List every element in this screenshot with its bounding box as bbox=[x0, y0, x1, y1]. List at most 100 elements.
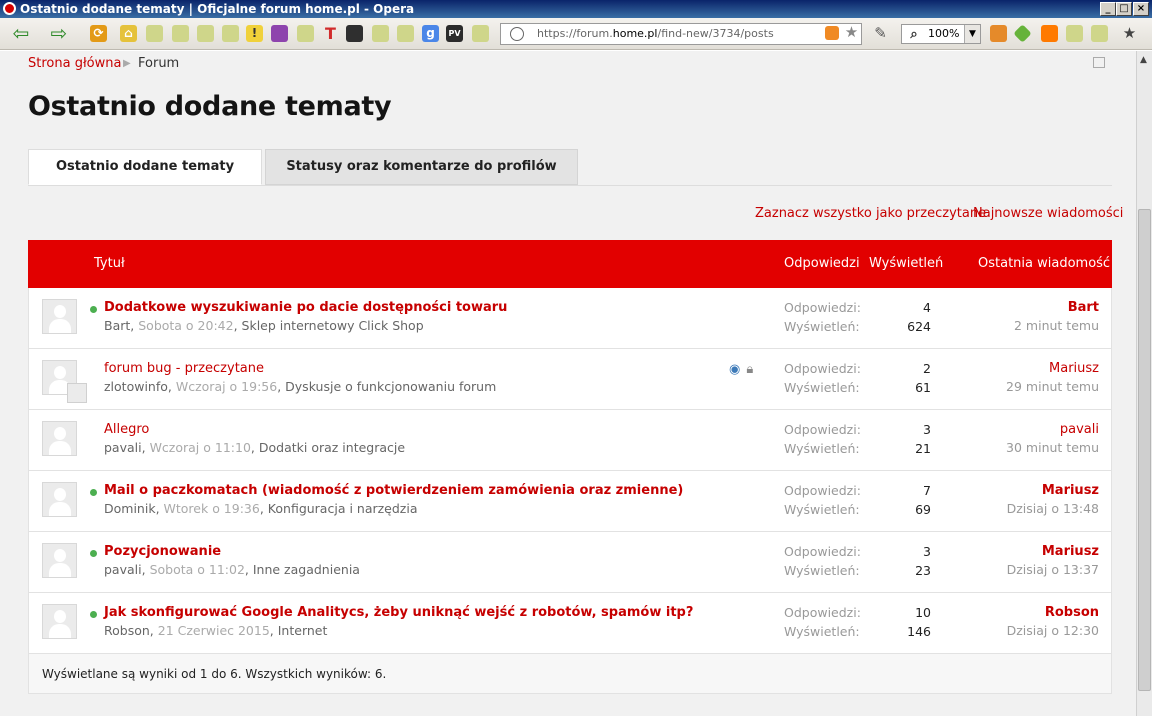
lightbulb-icon[interactable]: ! bbox=[246, 25, 263, 42]
last-poster-link[interactable]: Bart bbox=[1068, 300, 1099, 315]
chevron-down-icon[interactable]: ▼ bbox=[964, 25, 980, 43]
last-poster-link[interactable]: pavali bbox=[1060, 422, 1099, 437]
avatar[interactable] bbox=[42, 604, 77, 639]
bookmark-icon[interactable] bbox=[397, 25, 414, 42]
topic-author[interactable]: Bart bbox=[104, 318, 130, 333]
avatar[interactable] bbox=[42, 482, 77, 517]
topic-title-link[interactable]: Mail o paczkomatach (wiadomość z potwier… bbox=[104, 483, 683, 498]
page-title: Ostatnio dodane tematy bbox=[28, 91, 392, 122]
last-post-time[interactable]: 29 minut temu bbox=[1006, 379, 1099, 394]
last-post-time[interactable]: 2 minut temu bbox=[1014, 318, 1099, 333]
bookmark-icon[interactable] bbox=[472, 25, 489, 42]
bookmark-icon[interactable] bbox=[197, 25, 214, 42]
breadcrumb-home[interactable]: Strona główna bbox=[28, 56, 121, 71]
last-poster-link[interactable]: Mariusz bbox=[1042, 483, 1099, 498]
pv-icon[interactable]: PV bbox=[446, 25, 463, 42]
replies-label: Odpowiedzi: bbox=[784, 422, 861, 437]
bookmark-icon[interactable] bbox=[372, 25, 389, 42]
topic-author[interactable]: zlotowinfo bbox=[104, 379, 168, 394]
topic-forum[interactable]: Internet bbox=[278, 623, 328, 638]
bookmark-icon[interactable] bbox=[1091, 25, 1108, 42]
tab-profile-statuses[interactable]: Statusy oraz komentarze do profilów bbox=[265, 149, 578, 185]
last-post-time[interactable]: Dzisiaj o 12:30 bbox=[1007, 623, 1099, 638]
bookmark-icon[interactable] bbox=[146, 25, 163, 42]
last-post-time[interactable]: Dzisiaj o 13:48 bbox=[1007, 501, 1099, 516]
popout-icon[interactable] bbox=[1093, 57, 1105, 68]
extension-icon[interactable] bbox=[990, 25, 1007, 42]
topic-meta: pavali, Sobota o 11:02, Inne zagadnienia bbox=[104, 562, 360, 577]
last-post-time[interactable]: Dzisiaj o 13:37 bbox=[1007, 562, 1099, 577]
topic-title-link[interactable]: Jak skonfigurować Google Analitycs, żeby… bbox=[104, 605, 693, 620]
table-row: Allegro pavali, Wczoraj o 11:10, Dodatki… bbox=[29, 410, 1111, 471]
forward-button[interactable]: ⇨ bbox=[48, 23, 70, 44]
topic-title-link[interactable]: Pozycjonowanie bbox=[104, 544, 221, 559]
bookmark-icon[interactable] bbox=[1066, 25, 1083, 42]
scrollbar-thumb[interactable] bbox=[1138, 209, 1151, 691]
views-label: Wyświetleń: bbox=[784, 380, 860, 395]
newest-messages-link[interactable]: Najnowsze wiadomości bbox=[973, 206, 1123, 221]
replies-count: 3 bbox=[923, 422, 931, 437]
address-bar[interactable]: https://forum.home.pl/find-new/3734/post… bbox=[500, 23, 862, 45]
scroll-up-icon[interactable]: ▲ bbox=[1140, 55, 1147, 65]
bookmark-icon[interactable] bbox=[222, 25, 239, 42]
mark-all-read-link[interactable]: Zaznacz wszystko jako przeczytane bbox=[755, 206, 986, 221]
topic-forum[interactable]: Konfiguracja i narzędzia bbox=[268, 501, 418, 516]
topic-author[interactable]: pavali bbox=[104, 562, 142, 577]
topic-title-link[interactable]: Allegro bbox=[104, 422, 149, 437]
header-title[interactable]: Tytuł bbox=[94, 256, 125, 271]
last-post-time[interactable]: 30 minut temu bbox=[1006, 440, 1099, 455]
unread-dot-icon bbox=[90, 550, 97, 557]
rss-icon[interactable] bbox=[825, 26, 839, 40]
header-views[interactable]: Wyświetleń bbox=[869, 256, 943, 271]
diamond-icon[interactable] bbox=[1013, 24, 1032, 43]
topic-date: Sobota o 11:02 bbox=[149, 562, 245, 577]
bookmark-icon[interactable] bbox=[172, 25, 189, 42]
t-icon[interactable]: T bbox=[322, 25, 339, 42]
topic-meta: Dominik, Wtorek o 19:36, Konfiguracja i … bbox=[104, 501, 418, 516]
vertical-scrollbar[interactable]: ▲ bbox=[1136, 51, 1152, 716]
reload-icon[interactable]: ⟳ bbox=[90, 25, 107, 42]
extension-icon[interactable] bbox=[271, 25, 288, 42]
google-icon[interactable]: g bbox=[422, 25, 439, 42]
extension-icon[interactable] bbox=[346, 25, 363, 42]
maximize-button[interactable]: □ bbox=[1116, 2, 1132, 16]
wand-icon[interactable]: ✎ bbox=[872, 25, 889, 42]
breadcrumb-forum[interactable]: Forum bbox=[138, 56, 179, 71]
topic-title-link[interactable]: Dodatkowe wyszukiwanie po dacie dostępno… bbox=[104, 300, 507, 315]
views-count: 23 bbox=[915, 563, 931, 578]
topic-meta: Robson, 21 Czerwiec 2015, Internet bbox=[104, 623, 328, 638]
topic-forum[interactable]: Dyskusje o funkcjonowaniu forum bbox=[285, 379, 496, 394]
minimize-button[interactable]: _ bbox=[1100, 2, 1116, 16]
header-last-message[interactable]: Ostatnia wiadomość bbox=[978, 256, 1110, 271]
topic-date: 21 Czerwiec 2015 bbox=[157, 623, 270, 638]
topic-forum[interactable]: Inne zagadnienia bbox=[253, 562, 360, 577]
topic-meta: zlotowinfo, Wczoraj o 19:56, Dyskusje o … bbox=[104, 379, 497, 394]
avatar[interactable] bbox=[42, 299, 77, 334]
star-icon[interactable]: ★ bbox=[843, 24, 860, 41]
avatar-small[interactable] bbox=[67, 383, 87, 403]
header-replies[interactable]: Odpowiedzi bbox=[784, 256, 860, 271]
back-button[interactable]: ⇦ bbox=[10, 23, 32, 44]
orange-icon[interactable] bbox=[1041, 25, 1058, 42]
unread-dot-icon bbox=[90, 611, 97, 618]
topic-forum[interactable]: Sklep internetowy Click Shop bbox=[242, 318, 424, 333]
last-poster-link[interactable]: Robson bbox=[1045, 605, 1099, 620]
topic-author[interactable]: Robson bbox=[104, 623, 150, 638]
last-poster-link[interactable]: Mariusz bbox=[1042, 544, 1099, 559]
topic-forum[interactable]: Dodatki oraz integracje bbox=[259, 440, 405, 455]
avatar[interactable] bbox=[42, 543, 77, 578]
tab-recent-topics[interactable]: Ostatnio dodane tematy bbox=[28, 149, 262, 185]
topic-title-link[interactable]: forum bug - przeczytane bbox=[104, 361, 264, 376]
last-poster-link[interactable]: Mariusz bbox=[1049, 361, 1099, 376]
avatar[interactable] bbox=[42, 421, 77, 456]
views-count: 146 bbox=[907, 624, 931, 639]
table-row: Jak skonfigurować Google Analitycs, żeby… bbox=[29, 593, 1111, 654]
star-menu-icon[interactable]: ★ bbox=[1121, 25, 1138, 42]
topic-author[interactable]: pavali bbox=[104, 440, 142, 455]
home-icon[interactable]: ⌂ bbox=[120, 25, 137, 42]
close-button[interactable]: × bbox=[1133, 2, 1149, 16]
table-header: Tytuł Odpowiedzi Wyświetleń Ostatnia wia… bbox=[28, 240, 1112, 288]
topic-author[interactable]: Dominik bbox=[104, 501, 156, 516]
zoom-select[interactable]: ⌕ 100% ▼ bbox=[901, 24, 981, 44]
bookmark-icon[interactable] bbox=[297, 25, 314, 42]
